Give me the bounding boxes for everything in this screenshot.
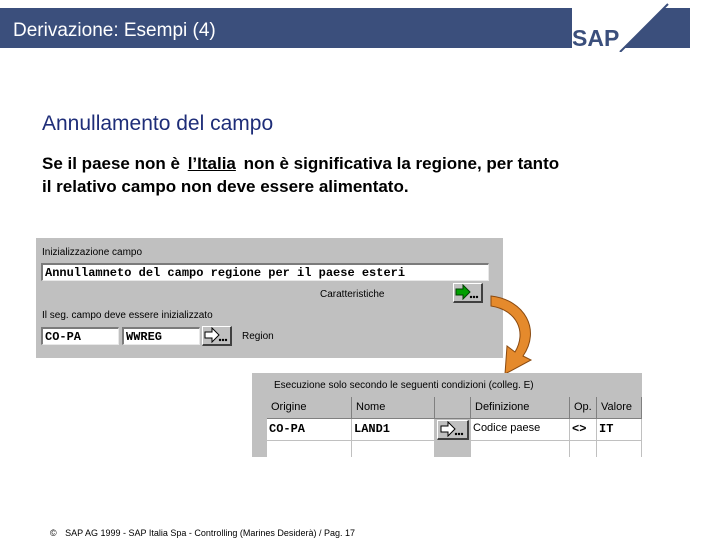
init-label: Inizializzazione campo (42, 247, 143, 258)
description-part1: Se il paese non è (42, 154, 180, 173)
empty-cell[interactable] (597, 441, 642, 457)
cell-definizione[interactable]: Codice paese (471, 419, 570, 441)
region-label: Region (242, 331, 274, 342)
column-header-op[interactable]: Op. (570, 397, 597, 419)
cell-nome[interactable]: LAND1 (352, 419, 435, 441)
region-field-input[interactable]: WWREG (122, 327, 200, 345)
characteristics-button[interactable] (453, 283, 483, 303)
detail-button[interactable] (437, 420, 469, 440)
footer: © SAP AG 1999 - SAP Italia Spa - Control… (50, 528, 355, 538)
empty-cell[interactable] (352, 441, 435, 457)
green-arrow-icon (455, 283, 479, 301)
cell-op[interactable]: <> (570, 419, 597, 441)
column-header-button (435, 397, 471, 419)
segment-field-input[interactable]: CO-PA (41, 327, 119, 345)
column-header-nome[interactable]: Nome (352, 397, 435, 419)
empty-cell (435, 441, 471, 457)
column-header-valore[interactable]: Valore (597, 397, 642, 419)
sap-logo-text: SAP (572, 25, 619, 51)
region-button[interactable] (202, 326, 232, 346)
slide-title: Derivazione: Esempi (4) (13, 20, 216, 41)
slide-header: Derivazione: Esempi (4) SAP (0, 0, 720, 52)
field-initialization-panel: Inizializzazione campo Annullamneto del … (36, 238, 503, 358)
cell-valore[interactable]: IT (597, 419, 642, 441)
description-country-field: l’Italia (187, 154, 236, 173)
copyright-icon: © (50, 528, 57, 538)
section-title: Annullamento del campo (42, 112, 274, 135)
footer-text: SAP AG 1999 - SAP Italia Spa - Controlli… (65, 528, 355, 538)
description-text: Se il paese non è l’Italia non è signifi… (42, 152, 562, 198)
column-header-origine[interactable]: Origine (267, 397, 352, 419)
outline-arrow-icon (440, 420, 464, 438)
seg-label: Il seg. campo deve essere inizializzato (42, 310, 213, 321)
conditions-panel: Esecuzione solo secondo le seguenti cond… (252, 373, 642, 457)
init-description-input[interactable]: Annullamneto del campo regione per il pa… (41, 263, 489, 281)
column-header-definizione[interactable]: Definizione (471, 397, 570, 419)
outline-arrow-icon (204, 326, 228, 344)
characteristics-label: Caratteristiche (320, 289, 385, 300)
curved-arrow-icon (490, 295, 533, 375)
cell-detail-button[interactable] (435, 419, 471, 441)
cell-origine[interactable]: CO-PA (267, 419, 352, 441)
empty-cell[interactable] (570, 441, 597, 457)
empty-cell[interactable] (267, 441, 352, 457)
empty-cell[interactable] (471, 441, 570, 457)
conditions-title: Esecuzione solo secondo le seguenti cond… (274, 380, 534, 391)
sap-logo: SAP (572, 0, 672, 52)
